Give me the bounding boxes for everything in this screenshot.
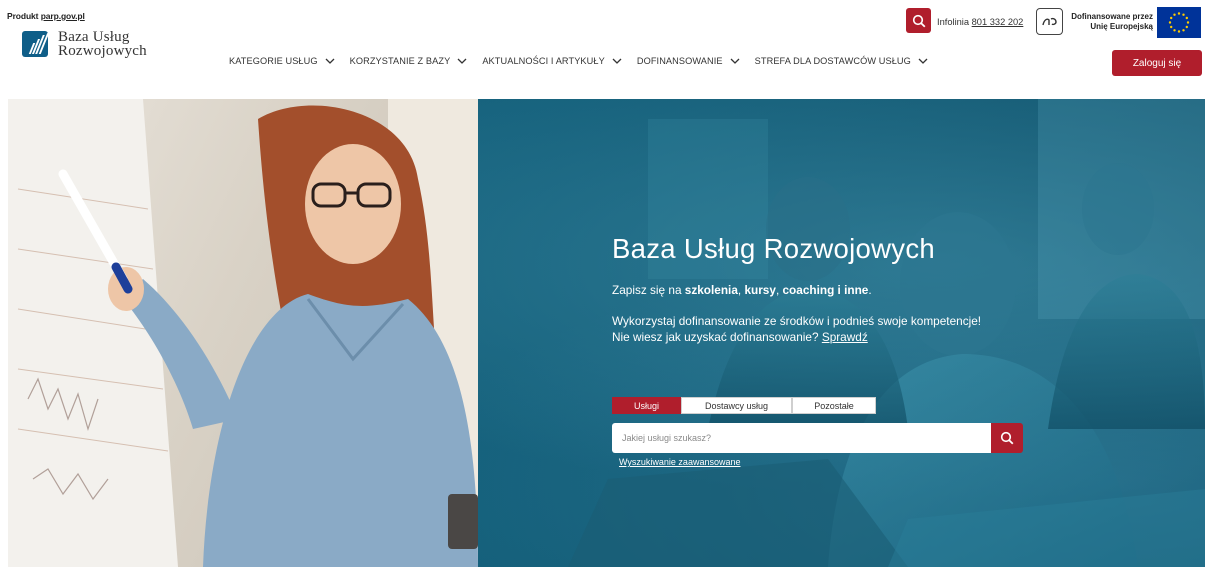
funding-question-text: Nie wiesz jak uzyskać dofinansowanie? <box>612 330 822 344</box>
product-prefix: Produkt <box>7 11 41 21</box>
search-icon <box>1000 431 1014 445</box>
eu-flag-icon <box>1157 7 1201 38</box>
tab-pozostale[interactable]: Pozostałe <box>792 397 876 414</box>
eu-funding-text: Dofinansowane przez Unię Europejską <box>1064 12 1153 31</box>
chevron-down-icon <box>730 58 740 64</box>
hero-title: Baza Usług Rozwojowych <box>612 233 935 264</box>
hero-banner: Baza Usług Rozwojowych Zapisz się na szk… <box>8 99 1205 567</box>
chevron-down-icon <box>918 58 928 64</box>
advanced-search-link[interactable]: Wyszukiwanie zaawansowane <box>619 457 740 467</box>
parp-link[interactable]: parp.gov.pl <box>41 11 85 21</box>
service-search-input[interactable] <box>612 423 991 453</box>
chevron-down-icon <box>325 58 335 64</box>
nav-item-label: STREFA DLA DOSTAWCÓW USŁUG <box>754 56 911 66</box>
hero-description: Wykorzystaj dofinansowanie ze środków i … <box>612 313 1072 345</box>
infolinia-label: Infolinia <box>937 17 972 27</box>
sign-language-icon <box>1041 17 1057 25</box>
infolinia: Infolinia 801 332 202 <box>937 17 1023 27</box>
logo-line-1: Baza Usług <box>58 29 130 45</box>
nav-item-kategorie-uslug[interactable]: KATEGORIE USŁUG <box>229 56 335 66</box>
sign-language-button[interactable] <box>1036 8 1063 35</box>
nav-item-dofinansowanie[interactable]: DOFINANSOWANIE <box>637 56 740 66</box>
search-icon <box>912 14 925 27</box>
tagline-szkolenia: szkolenia <box>684 283 738 297</box>
nav-item-aktualnosci[interactable]: AKTUALNOŚCI I ARTYKUŁY <box>482 56 622 66</box>
nav-item-korzystanie-z-bazy[interactable]: KORZYSTANIE Z BAZY <box>350 56 468 66</box>
sprawdz-link[interactable]: Sprawdź <box>822 330 868 344</box>
eu-line-2: Unię Europejską <box>1090 21 1153 31</box>
hero-description-line: Wykorzystaj dofinansowanie ze środków i … <box>612 314 982 328</box>
search-submit-button[interactable] <box>991 423 1023 453</box>
tab-uslugi[interactable]: Usługi <box>612 397 681 414</box>
chevron-down-icon <box>612 58 622 64</box>
site-header: Produkt parp.gov.pl Baza Usług Rozwojowy… <box>0 0 1205 99</box>
nav-item-label: KORZYSTANIE Z BAZY <box>349 56 451 66</box>
hero-text-block: Baza Usług Rozwojowych Zapisz się na szk… <box>612 233 1072 345</box>
tab-dostawcy-uslug[interactable]: Dostawcy usług <box>681 397 792 414</box>
main-nav: KATEGORIE USŁUG KORZYSTANIE Z BAZY AKTUA… <box>229 56 943 66</box>
hero-funding-question: Nie wiesz jak uzyskać dofinansowanie? Sp… <box>612 329 1072 345</box>
infolinia-phone-link[interactable]: 801 332 202 <box>972 17 1024 27</box>
nav-item-label: AKTUALNOŚCI I ARTYKUŁY <box>482 56 605 66</box>
hero-tagline: Zapisz się na szkolenia, kursy, coaching… <box>612 283 1072 297</box>
logo-line-2: Rozwojowych <box>58 43 147 59</box>
nav-item-label: KATEGORIE USŁUG <box>229 56 318 66</box>
product-line: Produkt parp.gov.pl <box>7 11 85 21</box>
bur-logo[interactable]: Baza Usług Rozwojowych <box>22 29 147 59</box>
header-search-button[interactable] <box>906 8 931 33</box>
nav-item-label: DOFINANSOWANIE <box>636 56 723 66</box>
logo-mark-icon <box>22 31 48 57</box>
nav-item-strefa-dostawcow[interactable]: STREFA DLA DOSTAWCÓW USŁUG <box>755 56 928 66</box>
tagline-coaching: coaching i inne <box>782 283 869 297</box>
tagline-prefix: Zapisz się na <box>612 283 685 297</box>
chevron-down-icon <box>457 58 467 64</box>
eu-line-1: Dofinansowane przez <box>1071 12 1153 21</box>
logo-text: Baza Usług Rozwojowych <box>58 29 147 59</box>
hero-woman-photo <box>8 99 478 567</box>
hero-search-form <box>612 423 1023 453</box>
tagline-kursy: kursy <box>744 283 776 297</box>
tagline-end: . <box>868 283 872 297</box>
login-button[interactable]: Zaloguj się <box>1112 50 1202 76</box>
search-tabs: Usługi Dostawcy usług Pozostałe <box>612 397 876 414</box>
